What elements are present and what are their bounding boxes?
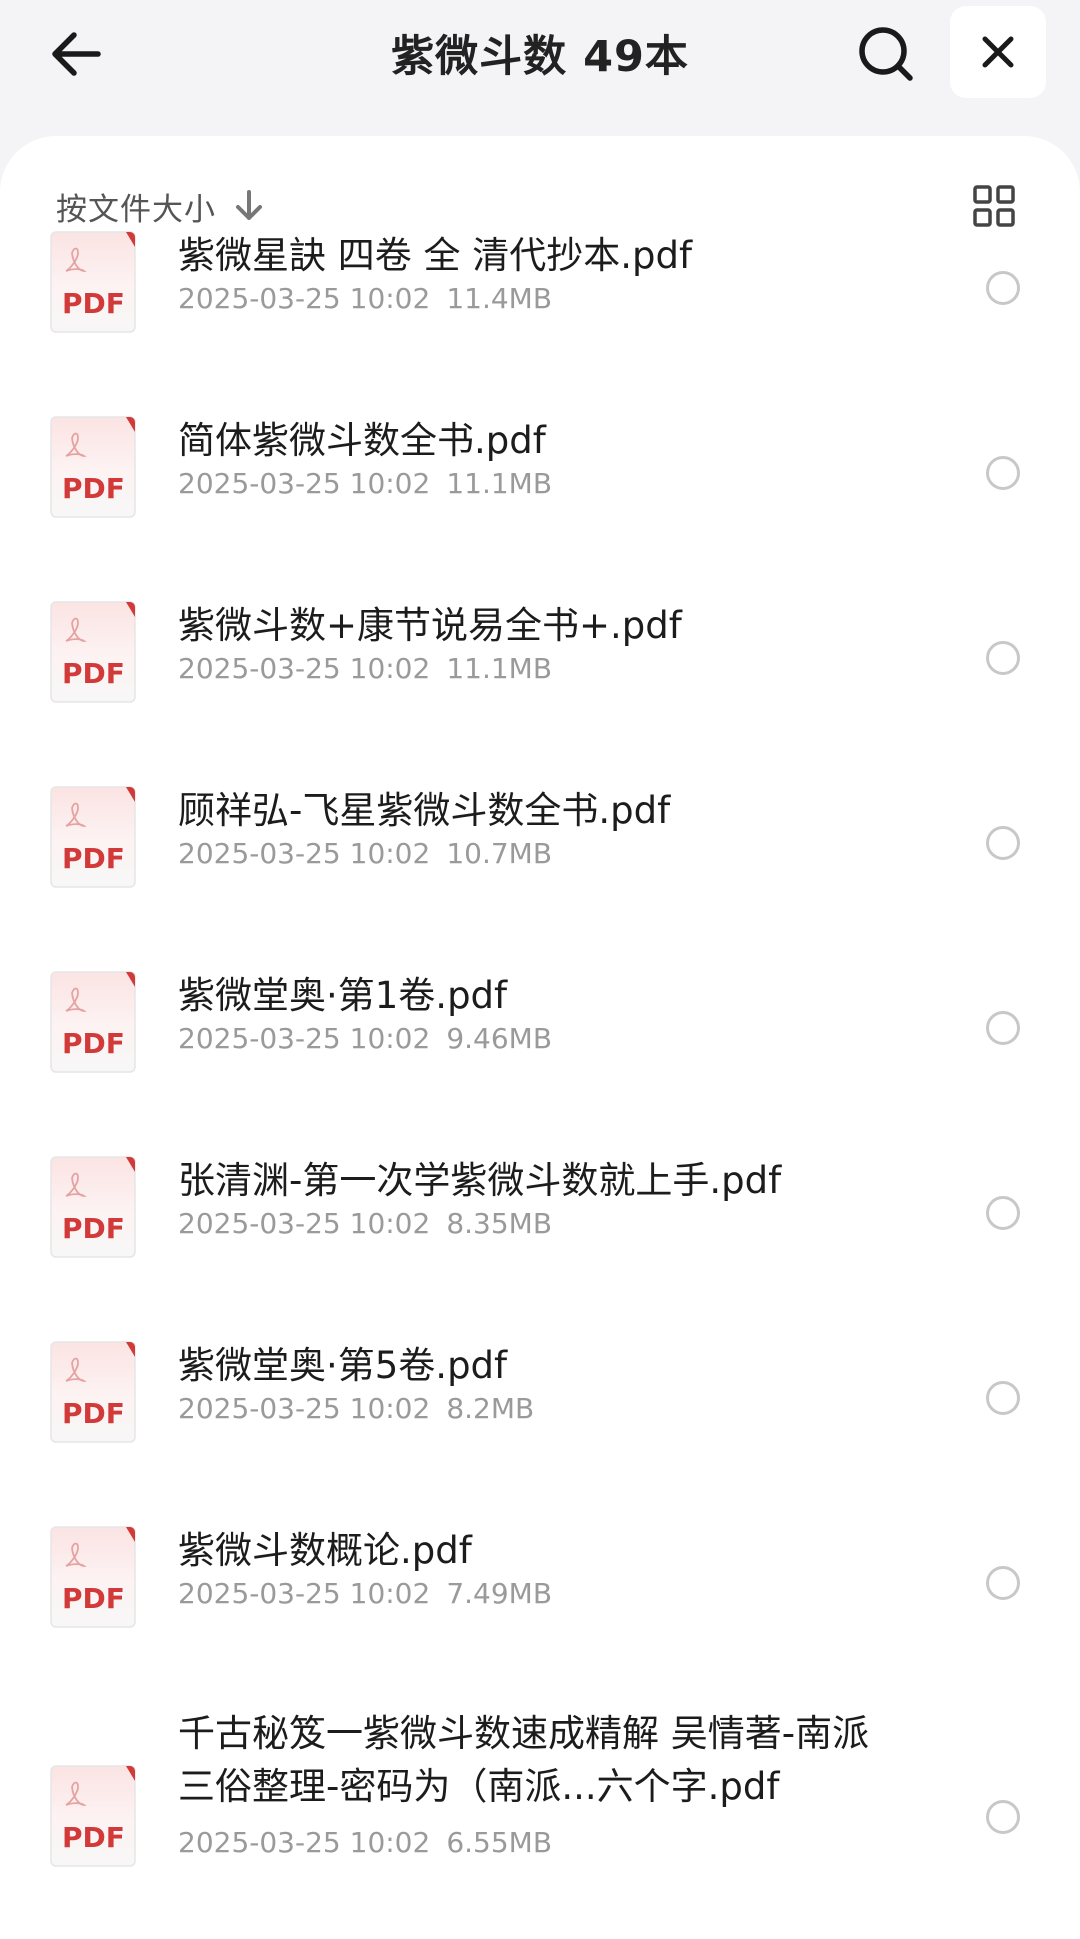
file-list-item[interactable]: PDF 紫微堂奥·第5卷.pdf 2025-03-25 10:02 8.2MB — [0, 1341, 1080, 1511]
close-icon — [982, 36, 1014, 68]
file-name: 顾祥弘-飞星紫微斗数全书.pdf — [178, 789, 671, 832]
select-checkbox[interactable] — [986, 1196, 1020, 1230]
search-button[interactable] — [846, 14, 926, 94]
file-meta: 2025-03-25 10:02 8.2MB — [178, 1391, 534, 1427]
pdf-file-icon: PDF — [50, 786, 136, 888]
file-name: 紫微堂奥·第1卷.pdf — [178, 974, 508, 1017]
file-date: 2025-03-25 10:02 — [178, 1022, 431, 1055]
file-list-item[interactable]: PDF 紫微堂奥·第1卷.pdf 2025-03-25 10:02 9.46MB — [0, 971, 1080, 1141]
sort-label: 按文件大小 — [56, 191, 216, 228]
file-date: 2025-03-25 10:02 — [178, 1207, 431, 1240]
file-name: 简体紫微斗数全书.pdf — [178, 419, 546, 462]
file-list-item[interactable]: PDF 简体紫微斗数全书.pdf 2025-03-25 10:02 11.1MB — [0, 416, 1080, 586]
file-list-panel: 按文件大小 PDF 紫微星訣 四卷 全 清代抄本.pdf 2025-03-25 1… — [0, 136, 1080, 1939]
file-name: 紫微堂奥·第5卷.pdf — [178, 1344, 508, 1387]
file-meta: 2025-03-25 10:02 11.4MB — [178, 281, 552, 317]
select-checkbox[interactable] — [986, 456, 1020, 490]
pdf-file-icon: PDF — [50, 416, 136, 518]
search-icon — [859, 27, 913, 81]
file-name: 紫微斗数+康节说易全书+.pdf — [178, 604, 682, 647]
file-list-item[interactable]: PDF 顾祥弘-飞星紫微斗数全书.pdf 2025-03-25 10:02 10.7… — [0, 786, 1080, 956]
file-list-item[interactable]: PDF 紫微斗数概论.pdf 2025-03-25 10:02 7.49MB — [0, 1526, 1080, 1696]
pdf-badge-label: PDF — [62, 657, 125, 690]
file-date: 2025-03-25 10:02 — [178, 1392, 431, 1425]
pdf-badge-label: PDF — [62, 1027, 125, 1060]
file-name: 千古秘笈一紫微斗数速成精解 吴情著-南派三俗整理-密码为（南派...六个字.pd… — [178, 1712, 870, 1808]
file-meta: 2025-03-25 10:02 7.49MB — [178, 1576, 552, 1612]
pdf-file-icon: PDF — [50, 601, 136, 703]
file-list-item[interactable]: PDF 紫微斗数+康节说易全书+.pdf 2025-03-25 10:02 11.1… — [0, 601, 1080, 771]
file-size: 6.55MB — [446, 1826, 553, 1859]
arrow-down-icon — [234, 189, 264, 223]
pdf-file-icon: PDF — [50, 1156, 136, 1258]
file-meta: 2025-03-25 10:02 9.46MB — [178, 1021, 552, 1057]
pdf-file-icon: PDF — [50, 971, 136, 1073]
file-meta: 2025-03-25 10:02 6.55MB — [178, 1825, 552, 1861]
pdf-file-icon: PDF — [50, 1765, 136, 1867]
file-name: 紫微星訣 四卷 全 清代抄本.pdf — [178, 234, 693, 277]
sort-by-size-button[interactable]: 按文件大小 — [56, 176, 264, 236]
pdf-badge-label: PDF — [62, 1212, 125, 1245]
file-size: 11.1MB — [446, 467, 553, 500]
select-checkbox[interactable] — [986, 1566, 1020, 1600]
select-checkbox[interactable] — [986, 271, 1020, 305]
pdf-file-icon: PDF — [50, 1526, 136, 1628]
file-list-item[interactable]: PDF 张清渊-第一次学紫微斗数就上手.pdf 2025-03-25 10:02 8… — [0, 1156, 1080, 1326]
file-size: 7.49MB — [446, 1577, 553, 1610]
pdf-file-icon: PDF — [50, 1341, 136, 1443]
file-size: 9.46MB — [446, 1022, 553, 1055]
file-date: 2025-03-25 10:02 — [178, 467, 431, 500]
close-button[interactable] — [950, 6, 1046, 98]
file-meta: 2025-03-25 10:02 10.7MB — [178, 836, 552, 872]
pdf-badge-label: PDF — [62, 842, 125, 875]
select-checkbox[interactable] — [986, 1011, 1020, 1045]
file-size: 8.35MB — [446, 1207, 553, 1240]
file-size: 11.4MB — [446, 282, 553, 315]
file-size: 8.2MB — [446, 1392, 535, 1425]
file-size: 11.1MB — [446, 652, 553, 685]
file-size: 10.7MB — [446, 837, 553, 870]
grid-view-button[interactable] — [962, 174, 1026, 238]
grid-view-icon — [973, 185, 1015, 227]
file-meta: 2025-03-25 10:02 8.35MB — [178, 1206, 552, 1242]
pdf-file-icon: PDF — [50, 231, 136, 333]
top-bar: 紫微斗数 49本 — [0, 0, 1080, 136]
file-date: 2025-03-25 10:02 — [178, 282, 431, 315]
file-name: 张清渊-第一次学紫微斗数就上手.pdf — [178, 1159, 782, 1202]
pdf-badge-label: PDF — [62, 287, 125, 320]
pdf-badge-label: PDF — [62, 1582, 125, 1615]
select-checkbox[interactable] — [986, 641, 1020, 675]
pdf-badge-label: PDF — [62, 472, 125, 505]
file-name: 紫微斗数概论.pdf — [178, 1529, 472, 1572]
back-button[interactable] — [40, 18, 112, 90]
arrow-left-icon — [52, 32, 101, 76]
file-list-item[interactable]: PDF 千古秘笈一紫微斗数速成精解 吴情著-南派三俗整理-密码为（南派...六个… — [0, 1711, 1080, 1881]
file-list-item[interactable]: PDF 紫微星訣 四卷 全 清代抄本.pdf 2025-03-25 10:02 11… — [0, 231, 1080, 401]
pdf-badge-label: PDF — [62, 1821, 125, 1854]
file-date: 2025-03-25 10:02 — [178, 652, 431, 685]
file-date: 2025-03-25 10:02 — [178, 1577, 431, 1610]
pdf-badge-label: PDF — [62, 1397, 125, 1430]
file-meta: 2025-03-25 10:02 11.1MB — [178, 466, 552, 502]
file-date: 2025-03-25 10:02 — [178, 837, 431, 870]
select-checkbox[interactable] — [986, 826, 1020, 860]
select-checkbox[interactable] — [986, 1800, 1020, 1834]
file-date: 2025-03-25 10:02 — [178, 1826, 431, 1859]
select-checkbox[interactable] — [986, 1381, 1020, 1415]
file-meta: 2025-03-25 10:02 11.1MB — [178, 651, 552, 687]
